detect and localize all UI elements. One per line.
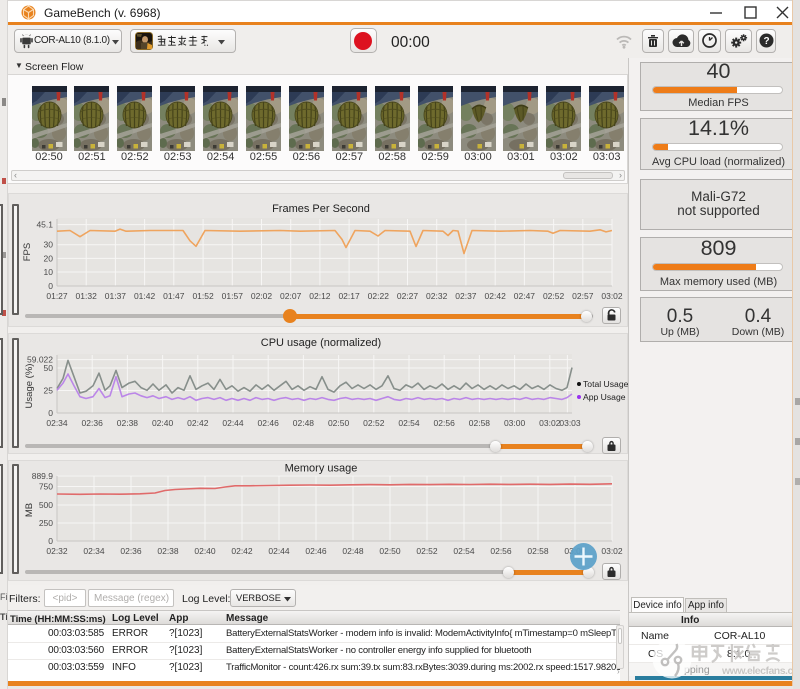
svg-text:02:32: 02:32 xyxy=(46,546,68,556)
svg-text:Memory usage: Memory usage xyxy=(285,463,358,475)
svg-text:02:36: 02:36 xyxy=(82,418,104,428)
svg-text:45.1: 45.1 xyxy=(36,220,53,230)
svg-text:02:34: 02:34 xyxy=(46,418,68,428)
svg-text:02:57: 02:57 xyxy=(572,291,594,301)
svg-text:02:48: 02:48 xyxy=(342,546,364,556)
svg-text:03:02: 03:02 xyxy=(601,291,623,301)
svg-text:Total Usage: Total Usage xyxy=(583,379,628,389)
svg-text:MB: MB xyxy=(24,503,35,517)
svg-text:Frames Per Second: Frames Per Second xyxy=(272,203,370,215)
svg-text:01:52: 01:52 xyxy=(192,291,214,301)
svg-text:Usage (%): Usage (%) xyxy=(24,364,35,409)
svg-text:02:37: 02:37 xyxy=(455,291,477,301)
svg-text:02:40: 02:40 xyxy=(152,418,174,428)
svg-text:02:54: 02:54 xyxy=(398,418,420,428)
svg-text:FPS: FPS xyxy=(22,243,33,261)
svg-text:02:50: 02:50 xyxy=(328,418,350,428)
svg-text:CPU usage (normalized): CPU usage (normalized) xyxy=(261,337,381,349)
svg-text:20: 20 xyxy=(44,253,54,263)
svg-text:01:27: 01:27 xyxy=(46,291,68,301)
svg-text:02:58: 02:58 xyxy=(469,418,491,428)
svg-text:0: 0 xyxy=(48,408,53,418)
svg-text:02:32: 02:32 xyxy=(426,291,448,301)
svg-text:02:17: 02:17 xyxy=(338,291,360,301)
svg-text:02:40: 02:40 xyxy=(194,546,216,556)
svg-text:02:02: 02:02 xyxy=(251,291,273,301)
svg-text:02:46: 02:46 xyxy=(305,546,327,556)
svg-text:01:32: 01:32 xyxy=(76,291,98,301)
svg-text:App Usage: App Usage xyxy=(583,392,626,402)
svg-text:02:36: 02:36 xyxy=(120,546,142,556)
svg-text:02:44: 02:44 xyxy=(268,546,290,556)
svg-text:03:03: 03:03 xyxy=(559,418,581,428)
svg-text:02:54: 02:54 xyxy=(453,546,475,556)
svg-text:02:56: 02:56 xyxy=(434,418,456,428)
svg-text:02:22: 02:22 xyxy=(368,291,390,301)
svg-text:02:52: 02:52 xyxy=(543,291,565,301)
svg-text:02:52: 02:52 xyxy=(363,418,385,428)
svg-text:01:37: 01:37 xyxy=(105,291,127,301)
svg-text:01:42: 01:42 xyxy=(134,291,156,301)
svg-text:750: 750 xyxy=(39,482,53,492)
svg-text:01:57: 01:57 xyxy=(222,291,244,301)
svg-text:02:42: 02:42 xyxy=(485,291,507,301)
svg-text:10: 10 xyxy=(44,267,54,277)
svg-text:500: 500 xyxy=(39,500,53,510)
svg-text:25: 25 xyxy=(44,386,54,396)
svg-text:50: 50 xyxy=(44,363,54,373)
svg-text:02:42: 02:42 xyxy=(187,418,209,428)
svg-text:02:38: 02:38 xyxy=(117,418,139,428)
svg-text:30: 30 xyxy=(44,240,54,250)
svg-text:03:02: 03:02 xyxy=(601,546,623,556)
svg-text:01:47: 01:47 xyxy=(163,291,185,301)
svg-text:02:34: 02:34 xyxy=(83,546,105,556)
svg-text:?: ? xyxy=(763,36,769,47)
svg-text:02:58: 02:58 xyxy=(527,546,549,556)
svg-text:02:07: 02:07 xyxy=(280,291,302,301)
svg-text:02:48: 02:48 xyxy=(293,418,315,428)
svg-text:03:02: 03:02 xyxy=(539,418,561,428)
svg-text:02:12: 02:12 xyxy=(309,291,331,301)
svg-text:02:38: 02:38 xyxy=(157,546,179,556)
svg-text:02:42: 02:42 xyxy=(231,546,253,556)
svg-text:250: 250 xyxy=(39,518,53,528)
svg-text:02:46: 02:46 xyxy=(258,418,280,428)
svg-text:02:27: 02:27 xyxy=(397,291,419,301)
svg-text:02:47: 02:47 xyxy=(514,291,536,301)
svg-text:0: 0 xyxy=(48,536,53,546)
svg-text:0: 0 xyxy=(48,281,53,291)
svg-text:02:52: 02:52 xyxy=(416,546,438,556)
svg-text:02:44: 02:44 xyxy=(222,418,244,428)
svg-text:02:50: 02:50 xyxy=(379,546,401,556)
svg-text:889.9: 889.9 xyxy=(32,471,54,481)
svg-text:02:56: 02:56 xyxy=(490,546,512,556)
svg-text:03:00: 03:00 xyxy=(504,418,526,428)
